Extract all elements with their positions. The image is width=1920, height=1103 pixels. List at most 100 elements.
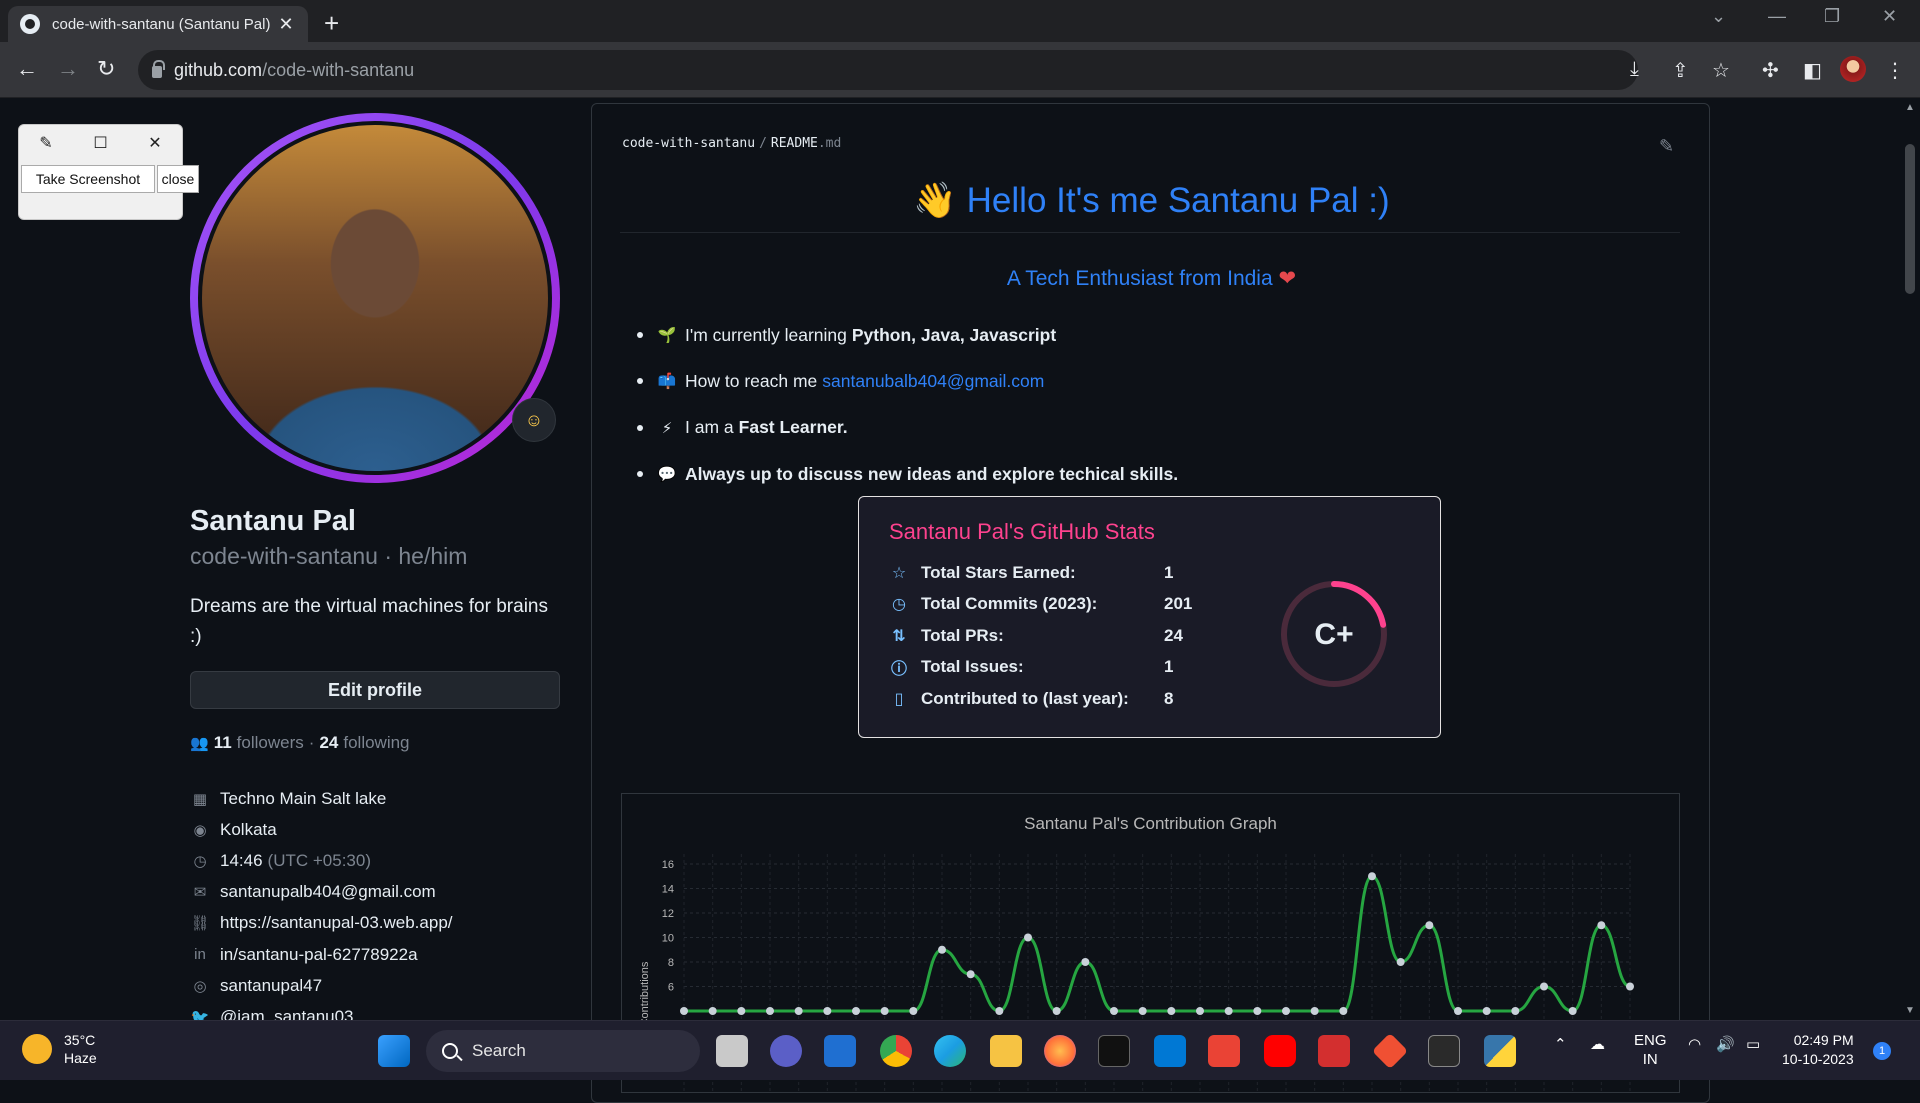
url-domain: github.com — [174, 59, 263, 80]
status-emoji-icon[interactable]: ☺ — [512, 398, 556, 442]
close-button[interactable]: close — [157, 165, 199, 193]
volume-icon[interactable]: 🔊 — [1716, 1035, 1735, 1053]
data-point — [1396, 958, 1405, 966]
scrollbar-thumb[interactable] — [1905, 144, 1915, 294]
website-link[interactable]: https://santanupal-03.web.app/ — [220, 913, 453, 933]
chrome-icon[interactable] — [880, 1035, 912, 1067]
tab-close-icon[interactable]: ✕ — [276, 14, 296, 35]
email-link[interactable]: santanupalb404@gmail.com — [220, 882, 436, 902]
star-icon: ☆ — [891, 564, 907, 582]
bullet-bold: Always up to discuss new ideas and explo… — [685, 463, 1179, 484]
profile-bio: Dreams are the virtual machines for brai… — [190, 596, 548, 647]
data-point — [1626, 982, 1634, 991]
install-icon[interactable]: ⤓ — [1630, 58, 1639, 81]
forward-icon[interactable]: → — [57, 56, 79, 82]
weather-widget[interactable]: 35°C Haze — [22, 1031, 97, 1067]
tab-github-profile[interactable]: code-with-santanu (Santanu Pal) ✕ — [8, 6, 308, 42]
browser-tab-bar: code-with-santanu (Santanu Pal) ✕ + ⌄ — … — [0, 0, 1920, 42]
teams-chat-icon[interactable] — [770, 1035, 802, 1067]
system-clock[interactable]: 02:49 PM 10-10-2023 — [1782, 1031, 1854, 1069]
python-icon[interactable] — [1484, 1035, 1516, 1067]
git-icon[interactable] — [1371, 1032, 1409, 1070]
linkedin-link[interactable]: in/santanu-pal-62778922a — [220, 945, 418, 965]
remote-desktop-icon[interactable] — [824, 1035, 856, 1067]
browser-profile-avatar[interactable] — [1840, 56, 1866, 82]
file-explorer-icon[interactable] — [990, 1035, 1022, 1067]
show-hidden-icons-icon[interactable]: ⌃ — [1554, 1035, 1567, 1053]
following-count[interactable]: 24 — [319, 733, 338, 753]
github-stats-card: Santanu Pal's GitHub Stats ☆ Total Stars… — [858, 496, 1441, 738]
widget-close-icon[interactable]: ✕ — [148, 133, 161, 153]
y-tick-label: 14 — [662, 884, 674, 896]
minimize-icon[interactable]: — — [1768, 6, 1786, 27]
tab-search-icon[interactable]: ⌄ — [1711, 6, 1726, 27]
speech-bubble-icon: 💬 — [657, 466, 677, 484]
stat-value: 201 — [1164, 594, 1193, 614]
widget-maximize-icon[interactable]: ☐ — [93, 133, 107, 153]
data-point — [737, 1007, 746, 1015]
edge-icon[interactable] — [934, 1035, 966, 1067]
linkedin-icon: in — [194, 946, 206, 964]
lightning-icon: ⚡ — [661, 419, 673, 437]
firefox-icon[interactable] — [1044, 1035, 1076, 1067]
data-point — [880, 1007, 889, 1015]
back-icon[interactable]: ← — [16, 56, 38, 82]
restore-icon[interactable]: ❐ — [1824, 6, 1840, 27]
followers-count[interactable]: 11 — [214, 733, 232, 753]
following-label[interactable]: following — [343, 733, 409, 753]
followers-label[interactable]: followers — [237, 733, 304, 753]
stat-row-commits: ◷ Total Commits (2023): 201 — [889, 589, 1192, 621]
menu-icon[interactable]: ⋮ — [1885, 58, 1905, 83]
readme-path-user[interactable]: code-with-santanu — [622, 136, 755, 151]
window-close-icon[interactable]: ✕ — [1882, 6, 1897, 27]
data-point — [1110, 1007, 1118, 1015]
notification-badge[interactable]: 1 — [1873, 1042, 1891, 1060]
data-point — [680, 1007, 688, 1015]
wifi-icon[interactable]: ◠ — [1688, 1035, 1701, 1053]
tagline-text: A Tech Enthusiast from India — [1006, 267, 1273, 290]
terminal-icon[interactable] — [1098, 1035, 1130, 1067]
stats-title: Santanu Pal's GitHub Stats — [889, 519, 1155, 544]
tab-title: code-with-santanu (Santanu Pal) — [52, 15, 271, 33]
onedrive-cloud-icon[interactable]: ☁ — [1590, 1035, 1605, 1053]
y-tick-label: 16 — [662, 859, 674, 871]
vscode-icon[interactable] — [1154, 1035, 1186, 1067]
company-text: Techno Main Salt lake — [220, 788, 387, 808]
url-input[interactable]: github.com /code-with-santanu — [138, 50, 1638, 90]
contact-email-link[interactable]: santanubalb404@gmail.com — [822, 371, 1044, 392]
command-prompt-icon[interactable] — [1428, 1035, 1460, 1067]
edit-readme-pencil-icon[interactable]: ✎ — [1659, 136, 1674, 157]
heading-divider — [620, 232, 1680, 233]
instagram-link[interactable]: santanupal47 — [220, 976, 322, 996]
reload-icon[interactable]: ↻ — [97, 56, 115, 82]
profile-name: Santanu Pal — [190, 505, 356, 537]
stat-value: 8 — [1164, 688, 1174, 708]
scroll-up-icon[interactable]: ▲ — [1905, 102, 1915, 113]
youtube-icon[interactable] — [1264, 1035, 1296, 1067]
data-point — [766, 1007, 774, 1015]
gmail-icon[interactable] — [1208, 1035, 1240, 1067]
taskbar-search[interactable]: Search — [426, 1030, 700, 1072]
screen-recorder-icon[interactable] — [1318, 1035, 1350, 1067]
bookmark-star-icon[interactable]: ☆ — [1712, 58, 1730, 83]
task-view-icon[interactable] — [716, 1035, 748, 1067]
profile-avatar[interactable] — [190, 113, 560, 483]
stat-value: 24 — [1164, 625, 1183, 645]
readme-heading: 👋 Hello It's me Santanu Pal :) — [592, 180, 1711, 221]
battery-icon[interactable]: ▭ — [1746, 1035, 1760, 1053]
share-icon[interactable]: ⇪ — [1672, 58, 1689, 83]
data-point — [1196, 1007, 1204, 1015]
weather-haze-icon — [22, 1034, 52, 1064]
data-point — [1454, 1007, 1462, 1015]
readme-path-file[interactable]: README — [771, 136, 818, 151]
take-screenshot-button[interactable]: Take Screenshot — [21, 165, 155, 193]
language-indicator[interactable]: ENG IN — [1634, 1031, 1667, 1069]
extensions-icon[interactable]: ✣ — [1762, 58, 1779, 83]
edit-profile-button[interactable]: Edit profile — [190, 671, 560, 709]
local-time: 14:46 — [220, 850, 263, 870]
new-tab-button[interactable]: + — [324, 8, 339, 39]
side-panel-icon[interactable]: ◧ — [1803, 58, 1822, 83]
scroll-down-icon[interactable]: ▼ — [1905, 1005, 1915, 1016]
start-windows-icon[interactable] — [378, 1035, 410, 1067]
clock-time: 02:49 PM — [1793, 1032, 1854, 1048]
